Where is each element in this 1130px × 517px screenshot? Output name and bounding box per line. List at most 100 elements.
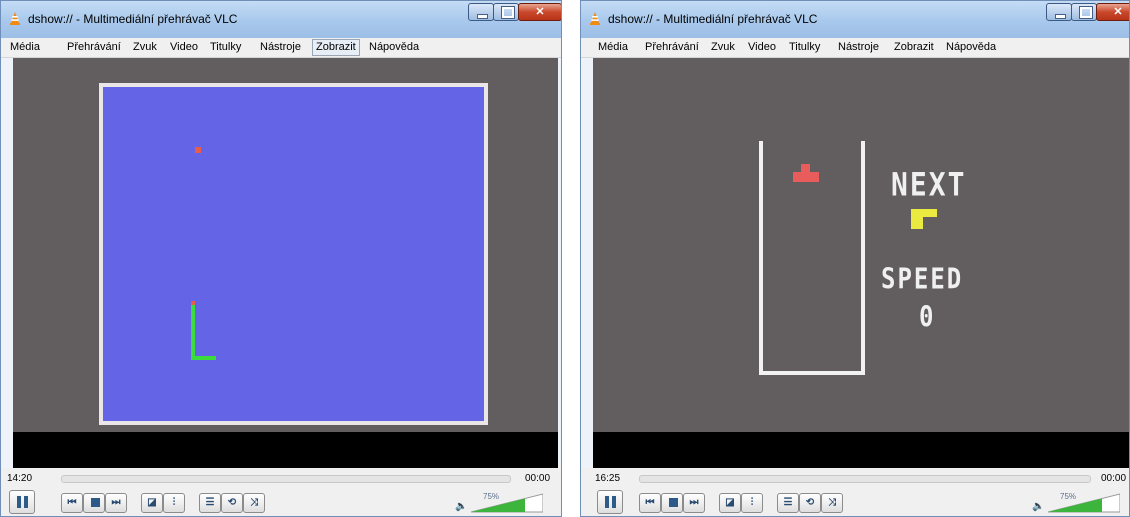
vlc-window-1: dshow:// - Multimediální přehrávač VLC ✕… <box>0 0 562 517</box>
extended-settings-button[interactable]: ⫶ <box>163 493 185 513</box>
tetris-well-left-wall <box>759 141 763 375</box>
fullscreen-button[interactable]: ◪ <box>141 493 163 513</box>
speed-label: SPEED <box>881 262 964 296</box>
menu-view[interactable]: Zobrazit <box>891 39 937 56</box>
menu-help[interactable]: Nápověda <box>366 39 422 56</box>
extended-settings-icon: ⫶ <box>172 497 176 508</box>
close-button[interactable]: ✕ <box>518 3 561 21</box>
maximize-button[interactable] <box>493 3 519 21</box>
tetris-well-right-wall <box>861 141 865 375</box>
close-icon: ✕ <box>1113 6 1123 18</box>
menu-playback[interactable]: Přehrávání <box>642 39 702 56</box>
stop-icon <box>669 498 678 507</box>
menu-view[interactable]: Zobrazit <box>312 39 360 56</box>
pause-button[interactable] <box>597 490 623 514</box>
minimize-icon <box>1055 14 1066 19</box>
snake-field <box>103 87 484 421</box>
playlist-icon: ☰ <box>783 497 793 508</box>
falling-piece-base <box>793 172 819 182</box>
menu-tools[interactable]: Nástroje <box>835 39 882 56</box>
menu-media[interactable]: Média <box>7 39 43 56</box>
menu-video[interactable]: Video <box>745 39 779 56</box>
menu-subtitles[interactable]: Titulky <box>207 39 244 56</box>
title-bar[interactable]: dshow:// - Multimediální přehrávač VLC ✕ <box>1 1 561 38</box>
previous-button[interactable]: ⏮ <box>61 493 83 513</box>
minimize-button[interactable] <box>468 3 494 21</box>
next-icon: ⏭ <box>689 497 699 508</box>
extended-settings-button[interactable]: ⫶ <box>741 493 763 513</box>
fullscreen-icon: ◪ <box>725 497 735 508</box>
close-icon: ✕ <box>535 6 545 18</box>
menu-playback[interactable]: Přehrávání <box>64 39 124 56</box>
shuffle-button[interactable]: ⤨ <box>243 493 265 513</box>
previous-button[interactable]: ⏮ <box>639 493 661 513</box>
volume-percent: 75% <box>1060 492 1077 501</box>
window-title: dshow:// - Multimediální přehrávač VLC <box>28 12 238 26</box>
next-piece-stem <box>911 217 923 229</box>
loop-icon: ⟲ <box>805 497 815 508</box>
snake-body-vertical <box>191 305 195 358</box>
maximize-icon <box>1080 7 1092 18</box>
minimize-button[interactable] <box>1046 3 1072 21</box>
title-bar[interactable]: dshow:// - Multimediální přehrávač VLC ✕ <box>581 1 1129 38</box>
pause-button[interactable] <box>9 490 35 514</box>
minimize-icon <box>477 14 488 19</box>
playlist-button[interactable]: ☰ <box>199 493 221 513</box>
next-label: NEXT <box>891 165 967 204</box>
video-area[interactable]: NEXT SPEED 0 <box>593 58 1129 432</box>
fullscreen-icon: ◪ <box>147 497 157 508</box>
time-remaining[interactable]: 00:00 <box>525 473 550 484</box>
menu-media[interactable]: Média <box>595 39 631 56</box>
shuffle-button[interactable]: ⤨ <box>821 493 843 513</box>
maximize-icon <box>502 7 514 18</box>
tetris-well-floor <box>759 371 865 375</box>
vlc-cone-icon <box>590 12 600 25</box>
next-icon: ⏭ <box>111 497 121 508</box>
time-elapsed[interactable]: 14:20 <box>7 473 32 484</box>
next-button[interactable]: ⏭ <box>105 493 127 513</box>
volume-slider[interactable] <box>471 493 543 513</box>
stop-button[interactable] <box>661 493 683 513</box>
menu-tools[interactable]: Nástroje <box>257 39 304 56</box>
time-elapsed[interactable]: 16:25 <box>595 473 620 484</box>
menu-audio[interactable]: Zvuk <box>130 39 160 56</box>
video-area[interactable] <box>13 58 558 432</box>
letterbox-bar <box>593 432 1129 468</box>
letterbox-bar <box>13 432 558 468</box>
shuffle-icon: ⤨ <box>828 497 836 508</box>
shuffle-icon: ⤨ <box>250 497 258 508</box>
window-title: dshow:// - Multimediální přehrávač VLC <box>608 12 818 26</box>
menu-help[interactable]: Nápověda <box>943 39 999 56</box>
playlist-icon: ☰ <box>205 497 215 508</box>
loop-button[interactable]: ⟲ <box>799 493 821 513</box>
loop-button[interactable]: ⟲ <box>221 493 243 513</box>
menu-bar: Média Přehrávání Zvuk Video Titulky Nást… <box>1 38 561 58</box>
previous-icon: ⏮ <box>645 497 655 508</box>
playlist-button[interactable]: ☰ <box>777 493 799 513</box>
stop-icon <box>91 498 100 507</box>
time-remaining[interactable]: 00:00 <box>1101 473 1126 484</box>
loop-icon: ⟲ <box>227 497 237 508</box>
next-piece-top <box>911 209 937 217</box>
maximize-button[interactable] <box>1071 3 1097 21</box>
close-button[interactable]: ✕ <box>1096 3 1129 21</box>
next-button[interactable]: ⏭ <box>683 493 705 513</box>
menu-subtitles[interactable]: Titulky <box>786 39 823 56</box>
snake-body-horizontal <box>191 356 216 360</box>
seek-slider[interactable] <box>639 475 1091 483</box>
extended-settings-icon: ⫶ <box>750 497 754 508</box>
volume-percent: 75% <box>483 492 500 501</box>
speaker-icon[interactable]: 🔈 <box>455 501 467 512</box>
menu-video[interactable]: Video <box>167 39 201 56</box>
stop-button[interactable] <box>83 493 105 513</box>
menu-audio[interactable]: Zvuk <box>708 39 738 56</box>
speaker-icon[interactable]: 🔈 <box>1032 501 1044 512</box>
volume-slider[interactable] <box>1048 493 1120 513</box>
seek-slider[interactable] <box>61 475 511 483</box>
menu-bar: Média Přehrávání Zvuk Video Titulky Nást… <box>581 38 1129 58</box>
fullscreen-button[interactable]: ◪ <box>719 493 741 513</box>
vlc-window-2: dshow:// - Multimediální přehrávač VLC ✕… <box>580 0 1130 517</box>
previous-icon: ⏮ <box>67 497 77 508</box>
food-pellet <box>195 147 201 153</box>
falling-piece-top <box>801 164 810 172</box>
